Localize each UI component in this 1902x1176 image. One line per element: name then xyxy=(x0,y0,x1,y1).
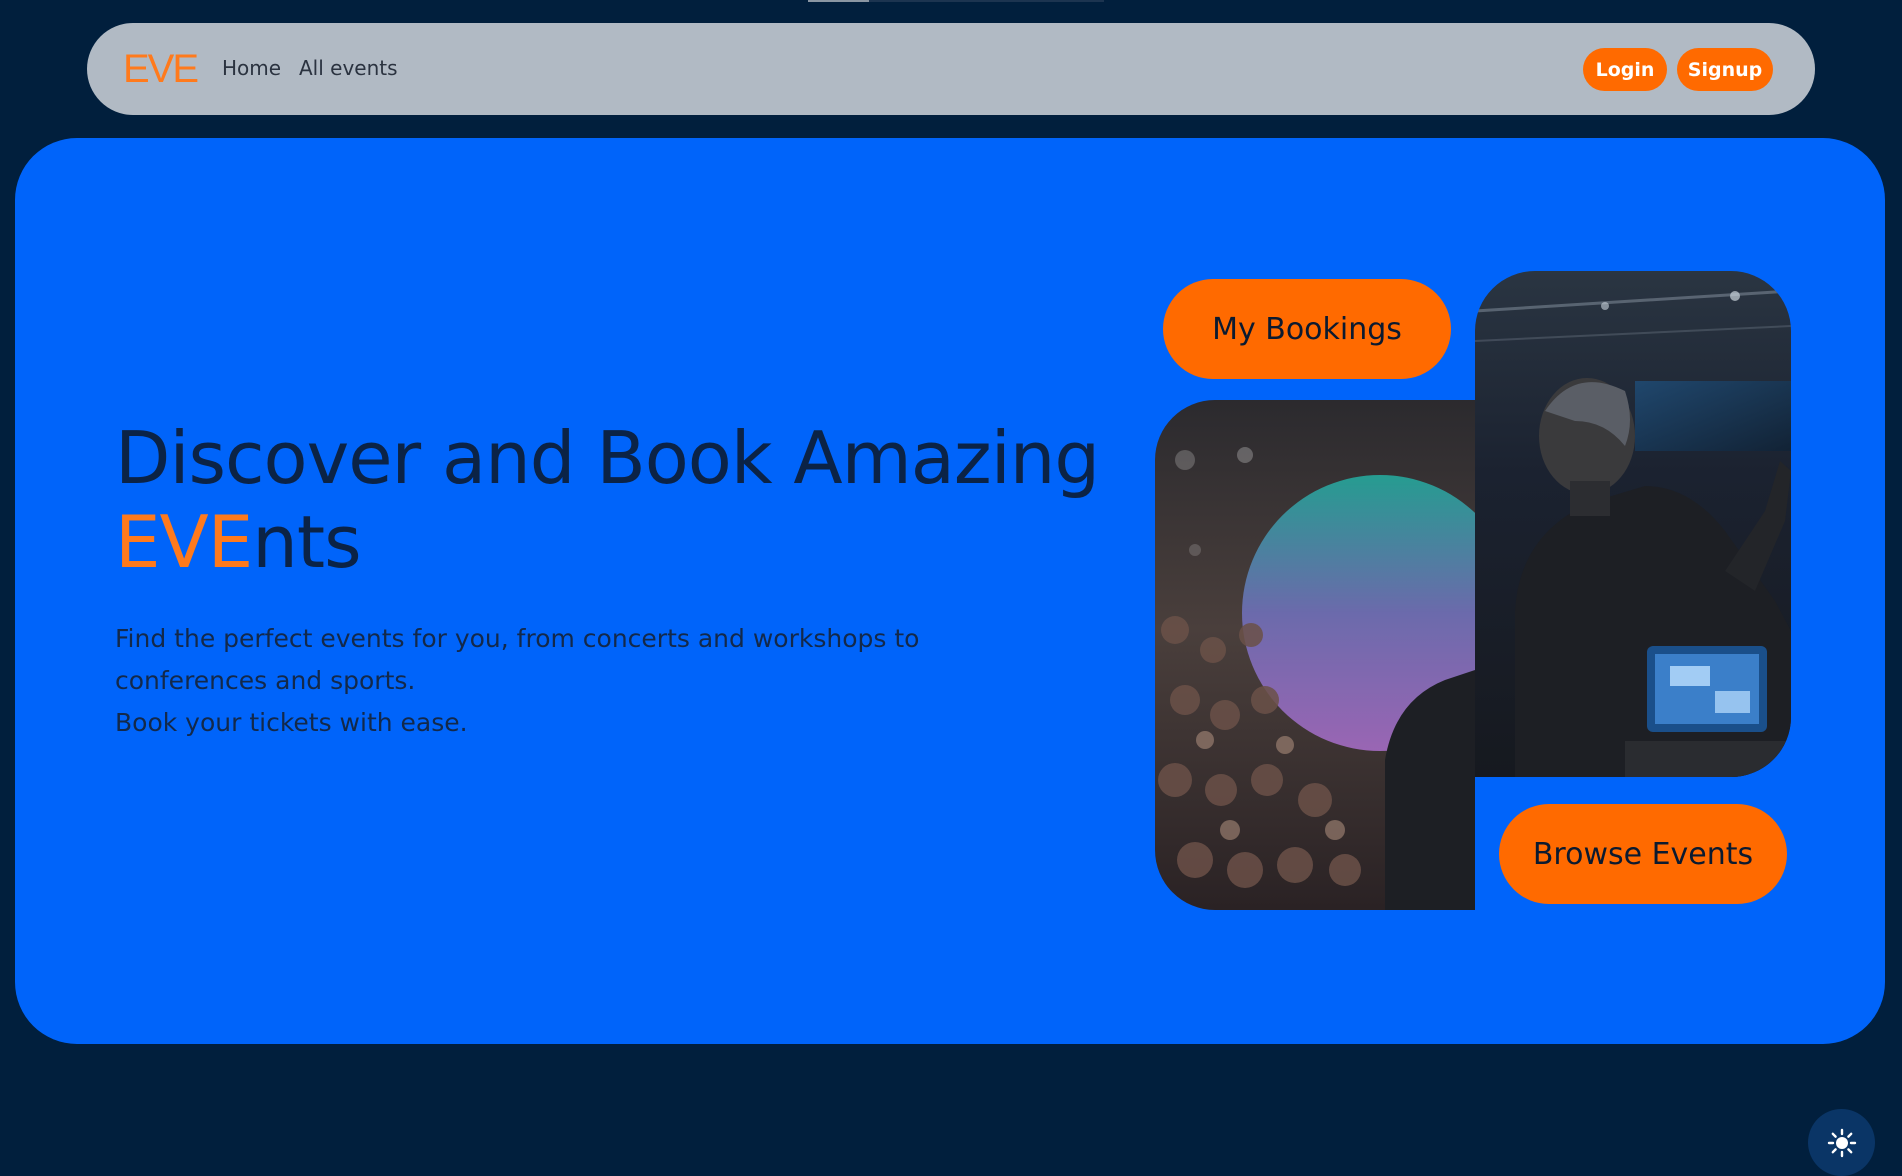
headline-accent: EVE xyxy=(115,500,253,584)
headline-rest: nts xyxy=(252,500,361,584)
nav-link-all-events[interactable]: All events xyxy=(299,54,398,82)
theme-toggle-button[interactable] xyxy=(1808,1109,1875,1176)
nav-link-home[interactable]: Home xyxy=(222,54,281,82)
my-bookings-button[interactable]: My Bookings xyxy=(1163,279,1451,379)
hero-headline: Discover and Book Amazing EVEnts xyxy=(115,416,1100,584)
browse-events-button[interactable]: Browse Events xyxy=(1499,804,1787,904)
brand-logo[interactable]: EVE xyxy=(123,43,199,95)
signup-button[interactable]: Signup xyxy=(1677,48,1773,91)
event-photo-speaker xyxy=(1475,271,1791,777)
headline-line1: Discover and Book Amazing xyxy=(115,416,1100,500)
top-progress-line xyxy=(808,0,1104,2)
event-photo-audience xyxy=(1155,400,1475,910)
sun-icon xyxy=(1827,1128,1856,1157)
hero-subtext: Find the perfect events for you, from co… xyxy=(115,618,975,744)
hero-section: Discover and Book Amazing EVEnts Find th… xyxy=(15,138,1885,1176)
subtext-line3: Book your tickets with ease. xyxy=(115,708,468,737)
subtext-line2: conferences and sports. xyxy=(115,666,416,695)
navbar: EVE Home All events Login Signup xyxy=(87,23,1815,115)
login-button[interactable]: Login xyxy=(1583,48,1667,91)
subtext-line1: Find the perfect events for you, from co… xyxy=(115,624,920,653)
